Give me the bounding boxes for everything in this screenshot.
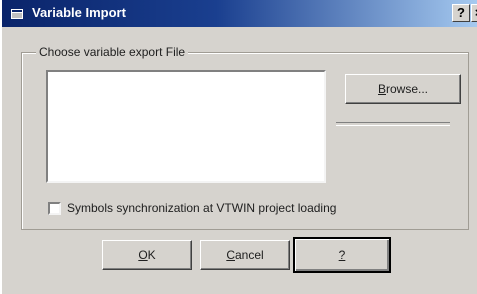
ok-button[interactable]: OK bbox=[102, 240, 192, 270]
title-bar[interactable]: Variable Import ? × bbox=[2, 0, 477, 27]
browse-button[interactable]: Browse... bbox=[345, 74, 461, 104]
symbols-sync-checkbox[interactable] bbox=[48, 202, 61, 215]
cancel-label: ancel bbox=[234, 248, 264, 262]
cancel-button[interactable]: Cancel bbox=[200, 240, 290, 270]
browse-label: rowse... bbox=[386, 82, 429, 96]
help-icon[interactable]: ? bbox=[452, 4, 470, 22]
window-title: Variable Import bbox=[32, 5, 126, 20]
separator bbox=[336, 122, 450, 126]
group-label: Choose variable export File bbox=[36, 45, 189, 59]
symbols-sync-label[interactable]: Symbols synchronization at VTWIN project… bbox=[67, 201, 336, 215]
variable-import-dialog: Variable Import ? × Choose variable expo… bbox=[1, 0, 477, 294]
close-icon[interactable]: × bbox=[471, 4, 477, 22]
ok-mnemonic: O bbox=[138, 248, 148, 262]
help-button[interactable]: ? bbox=[293, 237, 391, 273]
file-list[interactable] bbox=[46, 70, 326, 183]
help-button-label: ? bbox=[338, 248, 346, 262]
cancel-mnemonic: C bbox=[226, 248, 235, 262]
ok-label: K bbox=[147, 248, 156, 262]
app-icon bbox=[11, 8, 23, 19]
browse-mnemonic: B bbox=[377, 82, 386, 96]
